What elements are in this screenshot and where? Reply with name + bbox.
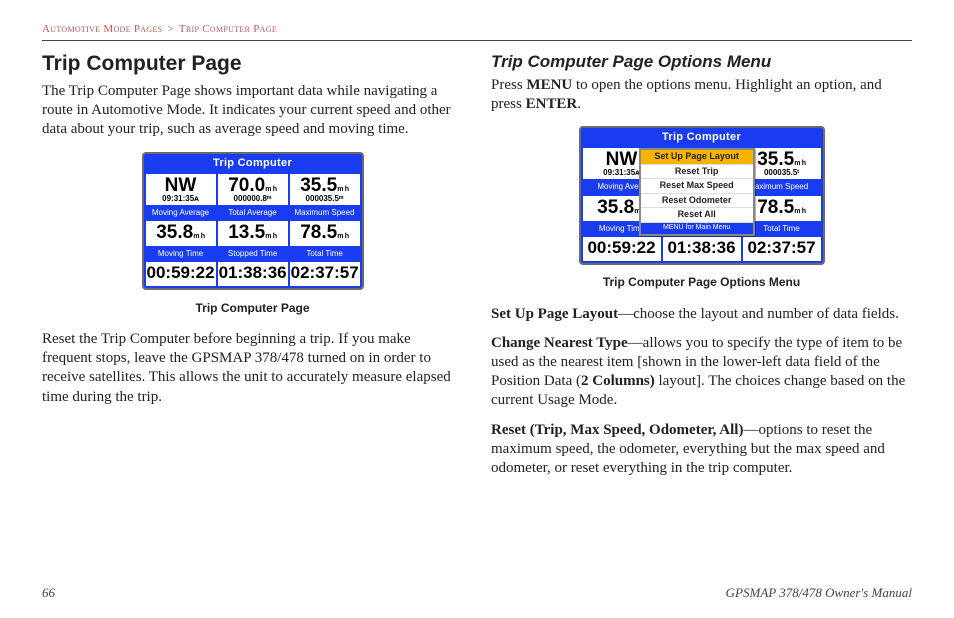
figure-options-menu: Trip Computer Set Up Page Layout Reset T… [491,126,912,290]
heading-value: NW [147,176,215,195]
device-titlebar: Trip Computer [581,128,823,146]
breadcrumb-separator: > [167,23,174,35]
speed2-sub: 000035.5ᵐ [291,195,359,203]
right-column: Trip Computer Page Options Menu Press ME… [491,51,912,488]
options-heading: Trip Computer Page Options Menu [491,51,912,73]
figure-caption: Trip Computer Page Options Menu [491,275,912,290]
tile-speed: 70.0m h 000000.8ᵐ [218,174,288,205]
horizontal-rule [42,40,912,41]
tile-total-avg: 13.5m h [218,221,288,246]
device-screenshot-options: Trip Computer Set Up Page Layout Reset T… [579,126,825,265]
options-intro: Press MENU to open the options menu. Hig… [491,76,912,114]
label-stopped-time: Stopped Time [218,248,288,260]
device-labels2: Moving Average Total Average Maximum Spe… [144,207,362,248]
menu-item-reset-trip[interactable]: Reset Trip [641,165,753,180]
menu-item-reset-odo[interactable]: Reset Odometer [641,194,753,209]
options-popup-menu: Set Up Page Layout Reset Trip Reset Max … [639,148,755,236]
tile-heading: NW 09:31:35ᴀ [146,174,216,205]
tile-stopped-time: 01:38:36 [218,262,288,286]
option-change-nearest: Change Nearest Type—allows you to specif… [491,334,912,411]
device-body: Set Up Page Layout Reset Trip Reset Max … [581,146,823,263]
device-titlebar: Trip Computer [144,154,362,172]
left-column: Trip Computer Page The Trip Computer Pag… [42,51,463,488]
figure-caption: Trip Computer Page [42,301,463,316]
breadcrumb: Automotive Mode Pages > Trip Computer Pa… [42,22,912,36]
label-moving-avg: Moving Average [146,207,216,219]
tile-moving-time: 00:59:22 [146,262,216,286]
manual-title: GPSMAP 378/478 Owner's Manual [726,585,912,602]
label-total-time: Total Time [290,248,360,260]
device-screenshot: Trip Computer NW 09:31:35ᴀ 70.0m h 00000… [142,152,364,291]
label-total-avg: Total Average [218,207,288,219]
heading-sub: 09:31:35ᴀ [147,195,215,203]
intro-paragraph: The Trip Computer Page shows important d… [42,82,463,140]
tile-speed2: 35.5m h 000035.5ᵐ [290,174,360,205]
tile-max-speed: 78.5m h [290,221,360,246]
speed2-value: 35.5m h [291,176,359,195]
figure-trip-computer: Trip Computer NW 09:31:35ᴀ 70.0m h 00000… [42,152,463,316]
option-setup-layout: Set Up Page Layout—choose the layout and… [491,305,912,324]
menu-item-reset-all[interactable]: Reset All [641,208,753,223]
reset-paragraph: Reset the Trip Computer before beginning… [42,330,463,407]
breadcrumb-section: Automotive Mode Pages [42,23,162,35]
option-reset: Reset (Trip, Max Speed, Odometer, All)—o… [491,421,912,479]
page-footer: 66 GPSMAP 378/478 Owner's Manual [42,585,912,602]
speed-value: 70.0m h [219,176,287,195]
menu-item-setup-layout[interactable]: Set Up Page Layout [641,150,753,165]
label-moving-time: Moving Time [146,248,216,260]
menu-footer: MENU for Main Menu [641,223,753,234]
page-title: Trip Computer Page [42,51,463,78]
device-labels3: Moving Time Stopped Time Total Time 00:5… [144,248,362,288]
tile-total-time: 02:37:57 [290,262,360,286]
menu-item-reset-max[interactable]: Reset Max Speed [641,179,753,194]
tile-moving-avg: 35.8m h [146,221,216,246]
breadcrumb-page: Trip Computer Page [179,23,277,35]
device-row1: NW 09:31:35ᴀ 70.0m h 000000.8ᵐ 35.5m h 0… [144,172,362,207]
speed-sub: 000000.8ᵐ [219,195,287,203]
page-number: 66 [42,585,55,602]
label-max-speed: Maximum Speed [290,207,360,219]
